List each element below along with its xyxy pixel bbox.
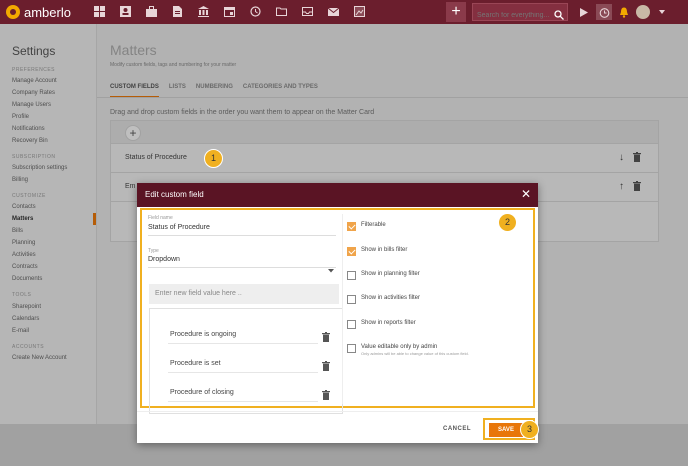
close-icon[interactable]: ✕ — [521, 188, 531, 200]
top-bar: amberlo + — [0, 0, 688, 24]
checkbox-unchecked[interactable] — [347, 320, 356, 329]
checkbox-label: Show in planning filter — [361, 271, 420, 277]
bank-icon[interactable] — [196, 4, 210, 18]
trash-icon[interactable] — [322, 329, 330, 347]
checkbox-checked[interactable] — [347, 222, 356, 231]
checkbox-unchecked[interactable] — [347, 295, 356, 304]
checkbox-show-in-reports-filter[interactable]: Show in reports filter — [347, 320, 416, 329]
dialog-footer: CANCEL SAVE 3 — [137, 411, 539, 444]
checkbox-label: Filterable — [361, 222, 386, 228]
dialog-title: Edit custom field — [145, 190, 204, 199]
logo-icon — [6, 5, 20, 19]
search-input[interactable] — [473, 7, 557, 24]
image-icon[interactable] — [352, 4, 366, 18]
field-name-label: Field name — [148, 215, 173, 221]
user-avatar[interactable] — [636, 4, 650, 20]
checkbox-value-editable-only-by-admin[interactable]: Value editable only by admin Only admins … — [347, 344, 469, 356]
checkbox-label: Show in activities filter — [361, 295, 421, 301]
dropdown-caret-icon[interactable] — [328, 260, 334, 278]
document-icon[interactable] — [170, 4, 184, 18]
dashboard-icon[interactable] — [92, 4, 106, 18]
dialog-header: Edit custom field ✕ — [137, 183, 538, 207]
dropdown-value-item[interactable]: Procedure is ongoing — [168, 323, 318, 344]
checkbox-filterable[interactable]: Filterable — [347, 222, 386, 231]
dropdown-value-label: Procedure is set — [170, 360, 221, 367]
new-field-value-input[interactable]: Enter new field value here .. — [149, 284, 339, 304]
checkbox-show-in-bills-filter[interactable]: Show in bills filter — [347, 247, 407, 256]
add-button[interactable]: + — [446, 2, 466, 22]
dropdown-value-label: Procedure is ongoing — [170, 331, 237, 338]
dropdown-value-item[interactable]: Procedure is set — [168, 352, 318, 373]
checkbox-unchecked[interactable] — [347, 344, 356, 353]
checkbox-unchecked[interactable] — [347, 271, 356, 280]
global-search — [472, 3, 568, 24]
step-badge-3: 3 — [520, 420, 539, 439]
panel-divider — [342, 214, 343, 404]
checkbox-show-in-planning-filter[interactable]: Show in planning filter — [347, 271, 420, 280]
checkbox-label: Show in bills filter — [361, 247, 408, 253]
step-badge-1: 1 — [204, 149, 223, 168]
folder-icon[interactable] — [274, 4, 288, 18]
field-name-underline — [148, 235, 336, 236]
trash-icon[interactable] — [322, 358, 330, 376]
mail-icon[interactable] — [326, 4, 340, 18]
step-badge-2: 2 — [498, 213, 517, 232]
amberlo-logo[interactable]: amberlo — [6, 3, 71, 21]
contacts-icon[interactable] — [118, 4, 132, 18]
chevron-down-icon[interactable] — [655, 4, 669, 20]
dropdown-value-label: Procedure of closing — [170, 389, 234, 396]
calendar-icon[interactable] — [222, 4, 236, 18]
history-icon[interactable] — [248, 4, 262, 18]
search-icon[interactable] — [554, 7, 564, 25]
cancel-button[interactable]: CANCEL — [443, 426, 471, 432]
type-select[interactable]: Dropdown — [148, 256, 180, 263]
field-name-input[interactable]: Status of Procedure — [148, 224, 210, 231]
edit-custom-field-dialog: Edit custom field ✕ Field name Status of… — [137, 183, 539, 444]
box-icon[interactable] — [300, 4, 314, 18]
checkbox-label: Show in reports filter — [361, 320, 416, 326]
type-underline — [148, 267, 336, 268]
dropdown-values-list: Procedure is ongoing Procedure is set Pr… — [149, 308, 343, 414]
play-icon[interactable] — [577, 4, 591, 20]
logo-text: amberlo — [24, 4, 71, 20]
checkbox-show-in-activities-filter[interactable]: Show in activities filter — [347, 295, 420, 304]
avatar — [636, 5, 650, 19]
save-button[interactable]: SAVE — [489, 423, 523, 437]
timer-icon[interactable] — [596, 4, 612, 20]
dialog-body: Field name Status of Procedure Type Drop… — [140, 208, 535, 414]
type-label: Type — [148, 248, 159, 254]
checkbox-hint: Only admins will be able to change value… — [361, 351, 469, 356]
dropdown-value-item[interactable]: Procedure of closing — [168, 381, 318, 402]
bell-icon[interactable] — [617, 4, 631, 20]
field-config-panel: Field name Status of Procedure Type Drop… — [146, 214, 343, 414]
checkbox-label: Value editable only by admin — [361, 344, 438, 350]
briefcase-icon[interactable] — [144, 4, 158, 18]
trash-icon[interactable] — [322, 387, 330, 405]
field-options-panel: Filterable Show in bills filter Show in … — [347, 210, 532, 406]
checkbox-checked[interactable] — [347, 247, 356, 256]
